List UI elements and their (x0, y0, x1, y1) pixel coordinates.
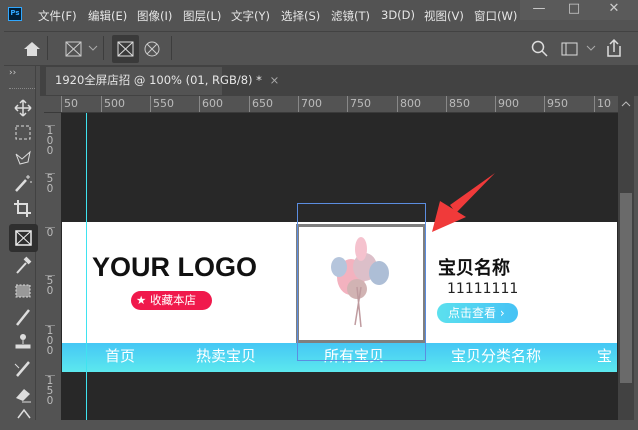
ruler-label: 700 (298, 96, 322, 112)
scroll-up-icon[interactable] (620, 100, 632, 108)
lasso-tool-icon[interactable] (10, 146, 36, 170)
menu-view[interactable]: 视图(V) (424, 8, 464, 24)
vertical-ruler: 100 50 0 50 100 150 (44, 113, 61, 420)
ruler-label: 500 (101, 96, 125, 112)
crop-tool-icon[interactable] (10, 197, 36, 221)
share-icon[interactable] (605, 38, 623, 58)
eraser-icon[interactable] (10, 382, 36, 406)
document-tab[interactable]: 1920全屏店招 @ 100% (01, RGB/8) * × (46, 67, 279, 95)
ruler-label: 50 (45, 173, 55, 195)
marquee-tool-icon[interactable] (10, 121, 36, 145)
menu-image[interactable]: 图像(I) (137, 8, 172, 24)
favorite-store-button: ★ 收藏本店 (131, 291, 212, 310)
ruler-label: 950 (544, 96, 568, 112)
minimize-button[interactable]: — (520, 0, 558, 20)
menu-select[interactable]: 选择(S) (281, 8, 320, 24)
paint-bucket-icon[interactable] (10, 406, 36, 430)
divider (171, 36, 172, 60)
nav-hot: 热卖宝贝 (196, 347, 257, 365)
photoshop-logo: Ps (8, 7, 22, 21)
maximize-button[interactable]: □ (555, 0, 593, 20)
chevron-down-icon[interactable] (586, 44, 596, 52)
guide-line[interactable] (86, 113, 87, 420)
menu-window[interactable]: 窗口(W) (474, 8, 517, 24)
brush-tool-icon[interactable] (10, 305, 36, 329)
selection-bounds[interactable] (297, 203, 426, 361)
ruler-label: 100 (45, 125, 55, 157)
product-name: 宝贝名称 (438, 258, 510, 279)
frame-tool-icon[interactable] (64, 40, 84, 58)
ruler-label: 10 (594, 96, 611, 112)
menu-filter[interactable]: 滤镜(T) (331, 8, 370, 24)
expand-panel-icon[interactable]: ›› (9, 68, 16, 78)
star-icon: ★ (136, 293, 147, 307)
search-icon[interactable] (531, 40, 549, 58)
ruler-label: 50 (61, 96, 78, 112)
ruler-label: 600 (199, 96, 223, 112)
ruler-label: 150 (45, 375, 55, 407)
panel-grip[interactable] (9, 88, 35, 89)
red-arrow-annotation (432, 173, 495, 232)
ruler-label: 50 (45, 275, 55, 297)
healing-brush-icon[interactable] (10, 279, 36, 303)
ruler-label: 0 (45, 227, 55, 239)
scrollbar-thumb[interactable] (620, 193, 632, 383)
eyedropper-icon[interactable] (10, 253, 36, 277)
ruler-label: 800 (397, 96, 421, 112)
rectangle-frame-icon (117, 41, 134, 57)
menu-type[interactable]: 文字(Y) (231, 8, 270, 24)
magic-wand-icon[interactable] (10, 171, 36, 195)
home-icon[interactable] (22, 40, 42, 58)
logo-text: YOUR LOGO (92, 252, 258, 282)
menu-layer[interactable]: 图层(L) (183, 8, 221, 24)
ellipse-frame-icon[interactable] (142, 39, 162, 59)
chevron-down-icon[interactable] (88, 44, 98, 52)
workspace-icon[interactable] (561, 41, 579, 57)
horizontal-ruler: 50 500 550 600 650 700 750 800 850 900 9… (44, 96, 618, 113)
nav-category: 宝贝分类名称 (451, 347, 542, 365)
menu-3d[interactable]: 3D(D) (381, 8, 415, 22)
ruler-label: 550 (150, 96, 174, 112)
history-brush-icon[interactable] (10, 356, 36, 380)
frame-tool-icon (15, 230, 32, 246)
ruler-label: 900 (495, 96, 519, 112)
menu-file[interactable]: 文件(F) (38, 8, 77, 24)
ruler-label: 850 (446, 96, 470, 112)
ruler-label: 650 (249, 96, 273, 112)
ruler-label: 750 (347, 96, 371, 112)
nav-more: 宝 (597, 347, 613, 365)
move-tool-icon[interactable] (10, 96, 36, 120)
ruler-label: 100 (45, 325, 55, 357)
favorite-label: 收藏本店 (149, 293, 196, 307)
view-button: 点击查看 › (437, 303, 518, 323)
menu-edit[interactable]: 编辑(E) (88, 8, 127, 24)
divider (47, 36, 48, 60)
close-button[interactable]: ✕ (590, 0, 638, 20)
document-tab-title: 1920全屏店招 @ 100% (01, RGB/8) * (55, 73, 262, 87)
product-number: 11111111 (447, 281, 519, 297)
clone-stamp-icon[interactable] (10, 330, 36, 354)
close-tab-icon[interactable]: × (270, 73, 280, 87)
nav-home: 首页 (105, 347, 136, 365)
divider (103, 36, 104, 60)
